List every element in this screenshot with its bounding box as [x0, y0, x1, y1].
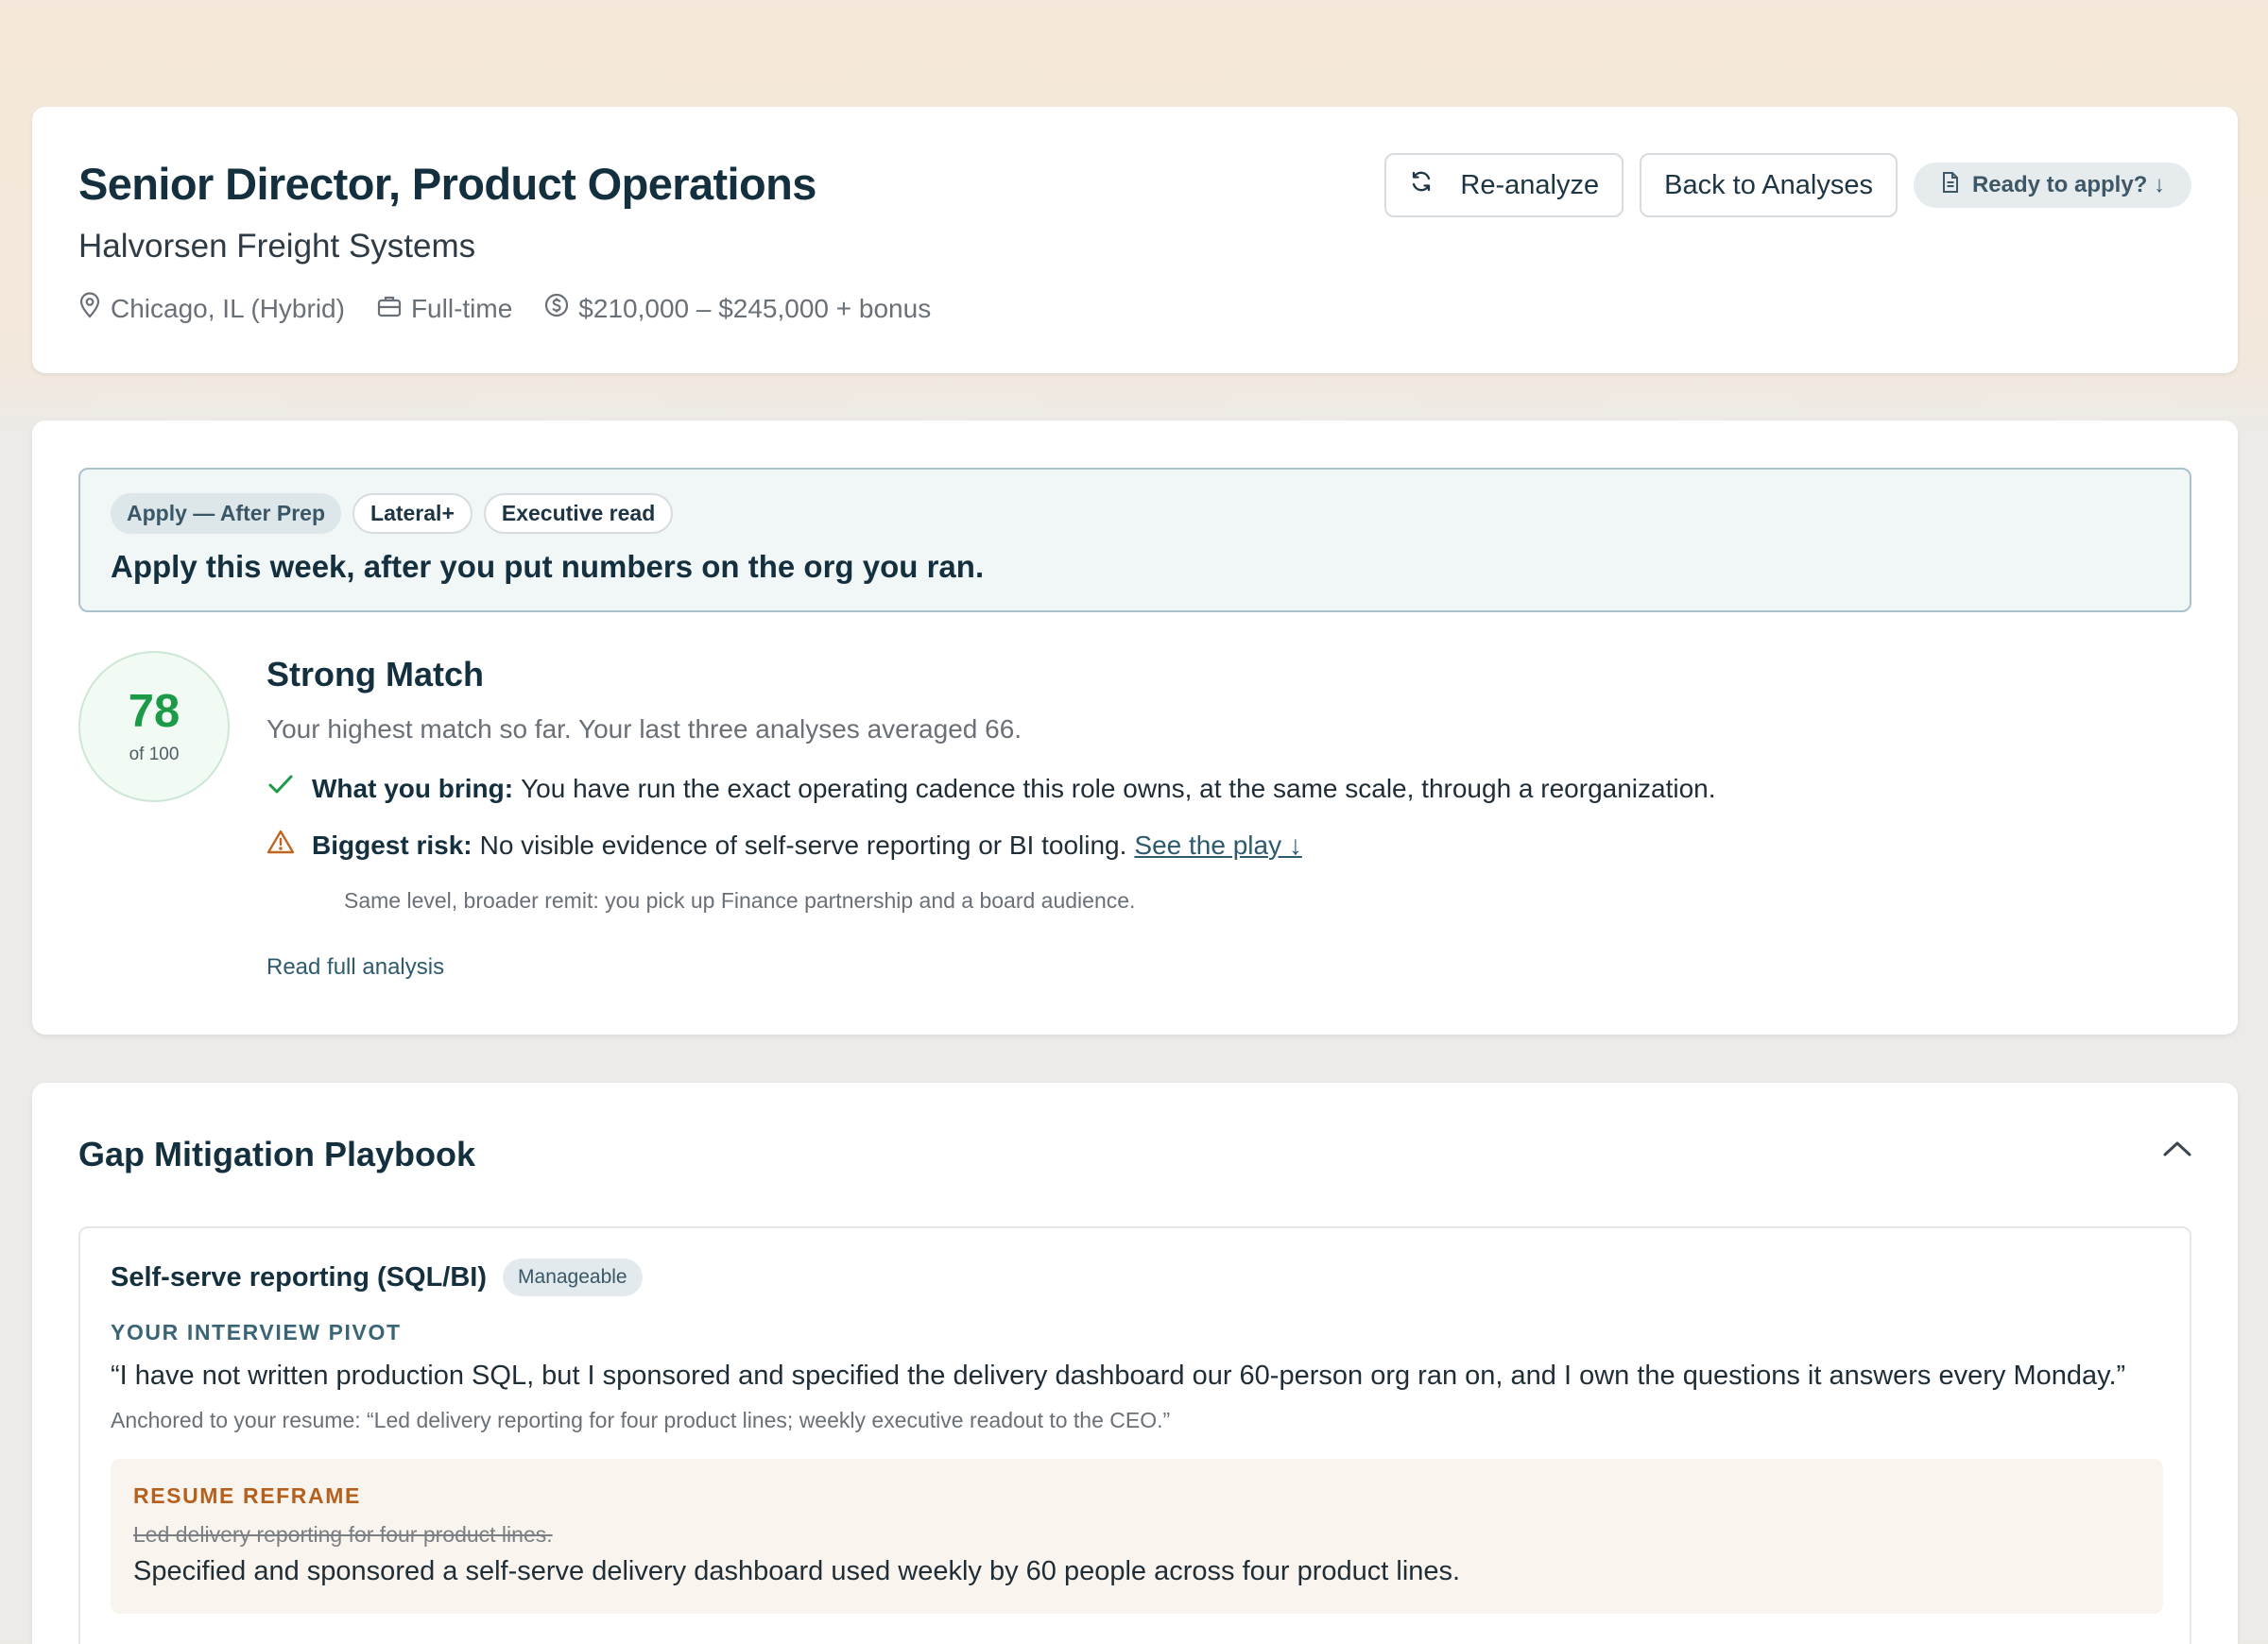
strength-bullet: What you bring: You have run the exact o…	[266, 773, 1716, 804]
resume-anchor: Anchored to your resume: “Led delivery r…	[111, 1408, 1171, 1432]
location-text: Chicago, IL (Hybrid)	[111, 293, 345, 323]
gap-header: Self-serve reporting (SQL/BI) Manageable	[111, 1259, 643, 1296]
risk-text: No visible evidence of self-serve report…	[479, 830, 1127, 860]
severity-badge: Manageable	[503, 1259, 643, 1296]
apply-status-chip: Apply — After Prep	[111, 493, 342, 534]
pivot-quote: “I have not written production SQL, but …	[111, 1361, 2126, 1391]
header-actions: Re-analyze Back to Analyses Ready to app…	[1368, 153, 2191, 217]
verdict-banner: Apply — After Prep Lateral+ Executive re…	[78, 468, 2191, 612]
company-name: Halvorsen Freight Systems	[78, 228, 476, 265]
risk-label: Biggest risk:	[312, 830, 472, 860]
salary-text: $210,000 – $245,000 + bonus	[578, 293, 932, 323]
see-the-play-link[interactable]: See the play ↓	[1134, 831, 1301, 861]
gap-playbook-card: Gap Mitigation Playbook Self-serve repor…	[32, 1083, 2238, 1644]
job-meta: Chicago, IL (Hybrid) Full-time $210,000 …	[78, 292, 963, 325]
pivot-label: YOUR INTERVIEW PIVOT	[111, 1320, 402, 1344]
match-title: Strong Match	[266, 655, 484, 694]
document-icon	[1940, 171, 1972, 200]
recommendation-card: Apply — After Prep Lateral+ Executive re…	[32, 420, 2238, 1035]
map-pin-icon	[78, 292, 111, 325]
job-salary: $210,000 – $245,000 + bonus	[544, 293, 931, 324]
ready-to-apply-button[interactable]: Ready to apply? ↓	[1913, 163, 2191, 208]
match-subtitle: Your highest match so far. Your last thr…	[266, 714, 1022, 744]
gap-name: Self-serve reporting (SQL/BI)	[111, 1261, 488, 1293]
strength-label: What you bring:	[312, 773, 514, 803]
match-score-badge: 78 of 100	[78, 651, 230, 802]
warning-icon	[266, 829, 312, 862]
verdict-text: Apply this week, after you put numbers o…	[111, 549, 985, 584]
verdict-chips: Apply — After Prep Lateral+ Executive re…	[111, 493, 684, 534]
read-chip: Executive read	[483, 493, 674, 534]
reframe-label: RESUME REFRAME	[133, 1483, 361, 1508]
reanalyze-label: Re-analyze	[1460, 169, 1600, 200]
briefcase-icon	[377, 294, 411, 324]
back-label: Back to Analyses	[1664, 169, 1873, 200]
risk-bullet: Biggest risk: No visible evidence of sel…	[266, 829, 1302, 862]
job-location: Chicago, IL (Hybrid)	[78, 292, 345, 325]
employment-type-text: Full-time	[410, 293, 513, 323]
reframe-new-line: Specified and sponsored a self-serve del…	[133, 1556, 1461, 1586]
chevron-up-icon	[2162, 1141, 2192, 1162]
read-full-analysis-link[interactable]: Read full analysis	[266, 954, 444, 981]
dollar-circle-icon	[544, 293, 578, 324]
gap-item: Self-serve reporting (SQL/BI) Manageable…	[78, 1226, 2191, 1644]
job-header-card: Senior Director, Product Operations Halv…	[32, 107, 2238, 373]
strength-text: You have run the exact operating cadence…	[521, 773, 1716, 803]
resume-reframe-box: RESUME REFRAME Led delivery reporting fo…	[111, 1459, 2163, 1614]
reframe-original-line: Led delivery reporting for four product …	[133, 1522, 553, 1547]
ready-label: Ready to apply? ↓	[1971, 172, 2165, 197]
refresh-icon	[1409, 169, 1460, 201]
collapse-toggle[interactable]	[2162, 1139, 2192, 1163]
score-value: 78	[128, 685, 180, 737]
level-note: Same level, broader remit: you pick up F…	[344, 888, 1136, 913]
reanalyze-button[interactable]: Re-analyze	[1384, 153, 1624, 217]
job-type: Full-time	[377, 294, 512, 324]
playbook-title: Gap Mitigation Playbook	[78, 1135, 476, 1173]
back-to-analyses-button[interactable]: Back to Analyses	[1640, 153, 1898, 217]
score-scale: of 100	[129, 744, 180, 764]
level-chip: Lateral+	[352, 493, 472, 534]
check-icon	[266, 773, 312, 804]
job-title: Senior Director, Product Operations	[78, 159, 816, 209]
